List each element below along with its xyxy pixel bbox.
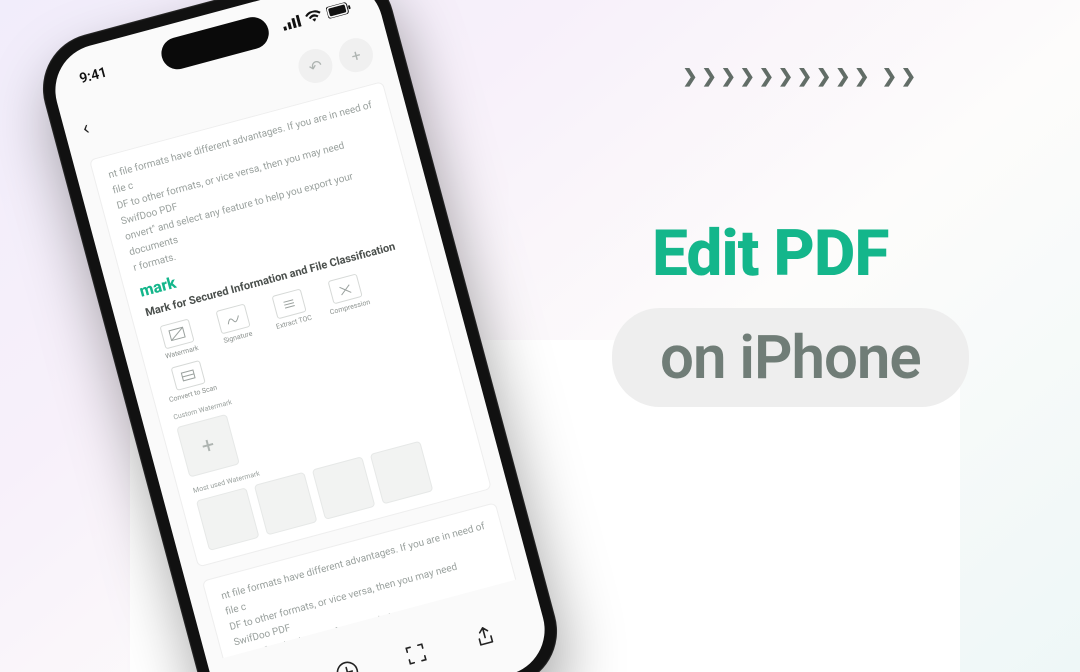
status-indicators bbox=[281, 1, 352, 31]
headline-pill: on iPhone bbox=[612, 308, 969, 407]
share-button[interactable] bbox=[467, 619, 501, 653]
undo-icon: ↶ bbox=[306, 55, 324, 77]
tool-watermark[interactable]: Watermark bbox=[150, 316, 207, 363]
toc-icon bbox=[280, 296, 299, 312]
phone-mockup: 9:41 ‹ ↶ + bbox=[30, 0, 569, 672]
add-circle-icon bbox=[332, 658, 361, 672]
undo-button[interactable]: ↶ bbox=[295, 45, 337, 87]
wifi-icon bbox=[304, 9, 323, 25]
topbar-add-button[interactable]: + bbox=[335, 34, 377, 76]
add-watermark-thumb[interactable]: + bbox=[176, 414, 240, 478]
tool-convert-scan[interactable]: Convert to Scan bbox=[161, 357, 218, 404]
decorative-chevrons: ❯❯❯❯❯❯❯❯❯❯ ❯❯ bbox=[683, 66, 920, 87]
battery-icon bbox=[326, 1, 352, 19]
bottom-add-button[interactable] bbox=[330, 655, 364, 672]
headline-primary: Edit PDF bbox=[652, 216, 888, 291]
tool-signature[interactable]: Signature bbox=[206, 301, 263, 348]
signal-icon bbox=[281, 15, 301, 31]
scan-frame-icon bbox=[402, 641, 429, 668]
watermark-thumb[interactable] bbox=[254, 472, 318, 536]
watermark-thumb[interactable] bbox=[312, 456, 376, 520]
share-icon bbox=[471, 622, 498, 649]
phone-body: 9:41 ‹ ↶ + bbox=[30, 0, 569, 672]
promo-stage: ❯❯❯❯❯❯❯❯❯❯ ❯❯ Edit PDF on iPhone 9:41 ‹ bbox=[0, 0, 1080, 672]
scan-icon bbox=[179, 368, 198, 384]
watermark-thumb[interactable] bbox=[370, 441, 434, 505]
plus-icon: + bbox=[349, 45, 363, 66]
tool-compression[interactable]: Compression bbox=[318, 271, 375, 318]
watermark-thumb[interactable] bbox=[196, 487, 260, 551]
signature-icon bbox=[224, 311, 243, 327]
tool-extract-toc[interactable]: Extract TOC bbox=[262, 286, 319, 333]
phone-screen: 9:41 ‹ ↶ + bbox=[45, 0, 555, 672]
doc-card-1: nt file formats have different advantage… bbox=[89, 81, 492, 567]
back-button[interactable]: ‹ bbox=[80, 115, 92, 140]
scan-button[interactable] bbox=[398, 637, 432, 671]
headline-secondary: on iPhone bbox=[660, 322, 921, 393]
compression-icon bbox=[336, 281, 355, 297]
watermark-icon bbox=[168, 326, 187, 342]
status-time: 9:41 bbox=[78, 64, 109, 87]
